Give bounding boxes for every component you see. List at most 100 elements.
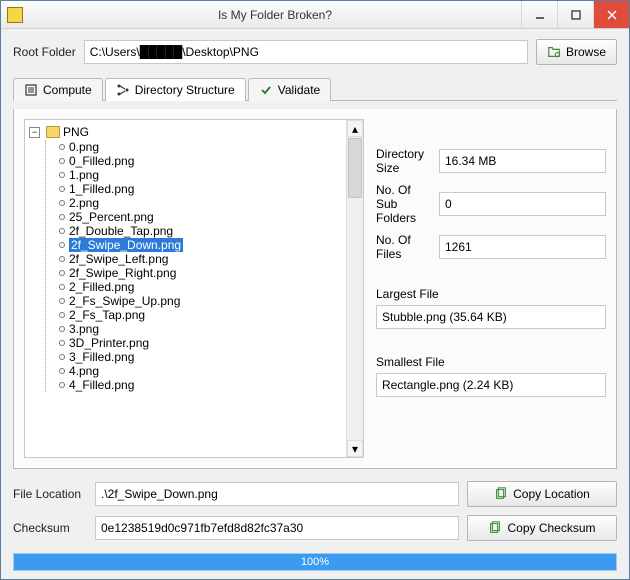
root-folder-label: Root Folder <box>13 45 76 59</box>
tree-root-node[interactable]: − PNG <box>27 124 344 140</box>
info-sidebar: Directory Size No. Of Sub Folders No. Of… <box>376 119 606 458</box>
bullet-icon <box>59 186 65 192</box>
largest-file-value[interactable] <box>376 305 606 329</box>
validate-icon <box>259 83 273 97</box>
bullet-icon <box>59 326 65 332</box>
tree-root-label: PNG <box>63 125 89 139</box>
dir-size-value[interactable] <box>439 149 606 173</box>
dir-size-row: Directory Size <box>376 147 606 175</box>
tree-file-item[interactable]: 2f_Double_Tap.png <box>60 224 344 238</box>
tab-bar: Compute Directory Structure Validate <box>13 77 617 101</box>
tab-validate-label: Validate <box>278 83 320 97</box>
footer-area: File Location Copy Location Checksum Cop… <box>13 481 617 571</box>
bullet-icon <box>59 242 65 248</box>
bullet-icon <box>59 214 65 220</box>
smallest-file-block: Smallest File <box>376 355 606 397</box>
tree-container: − PNG0.png0_Filled.png1.png1_Filled.png2.… <box>24 119 364 458</box>
scroll-thumb[interactable] <box>348 138 362 198</box>
files-label: No. Of Files <box>376 233 431 261</box>
tree-file-label: 2_Filled.png <box>69 280 134 294</box>
checksum-input[interactable] <box>95 516 459 540</box>
bullet-icon <box>59 144 65 150</box>
tab-directory-structure-label: Directory Structure <box>135 83 235 97</box>
expand-toggle-icon[interactable]: − <box>29 127 40 138</box>
copy-location-label: Copy Location <box>513 487 590 501</box>
tree-file-item[interactable]: 2_Fs_Swipe_Up.png <box>60 294 344 308</box>
tree-file-item[interactable]: 25_Percent.png <box>60 210 344 224</box>
tree-file-label: 2f_Swipe_Right.png <box>69 266 176 280</box>
subfolders-label: No. Of Sub Folders <box>376 183 431 225</box>
bullet-icon <box>59 158 65 164</box>
titlebar: Is My Folder Broken? <box>1 1 629 29</box>
app-icon <box>7 7 23 23</box>
bullet-icon <box>59 270 65 276</box>
file-location-row: File Location Copy Location <box>13 481 617 507</box>
file-tree[interactable]: − PNG0.png0_Filled.png1.png1_Filled.png2.… <box>25 120 346 457</box>
file-location-label: File Location <box>13 487 87 501</box>
bullet-icon <box>59 284 65 290</box>
bullet-icon <box>59 256 65 262</box>
tree-file-item[interactable]: 0_Filled.png <box>60 154 344 168</box>
scroll-down-arrow[interactable]: ▾ <box>347 440 363 457</box>
tree-file-item[interactable]: 0.png <box>60 140 344 154</box>
copy-checksum-button[interactable]: Copy Checksum <box>467 515 617 541</box>
progress-text: 100% <box>14 554 616 570</box>
tab-compute-label: Compute <box>43 83 92 97</box>
checksum-label: Checksum <box>13 521 87 535</box>
dir-size-label: Directory Size <box>376 147 431 175</box>
tree-file-label: 1.png <box>69 168 99 182</box>
tab-validate[interactable]: Validate <box>248 78 331 101</box>
bullet-icon <box>59 172 65 178</box>
tab-directory-structure[interactable]: Directory Structure <box>105 78 246 101</box>
subfolders-value[interactable] <box>439 192 606 216</box>
window-controls <box>521 1 629 28</box>
largest-file-block: Largest File <box>376 287 606 329</box>
tree-file-label: 2_Fs_Tap.png <box>69 308 145 322</box>
file-location-input[interactable] <box>95 482 459 506</box>
tree-file-item[interactable]: 3.png <box>60 322 344 336</box>
tree-file-item[interactable]: 4_Filled.png <box>60 378 344 392</box>
tree-file-item[interactable]: 2f_Swipe_Down.png <box>60 238 344 252</box>
tree-file-item[interactable]: 3_Filled.png <box>60 350 344 364</box>
smallest-file-value[interactable] <box>376 373 606 397</box>
tree-file-item[interactable]: 2f_Swipe_Right.png <box>60 266 344 280</box>
maximize-button[interactable] <box>557 1 593 28</box>
progress-bar: 100% <box>13 553 617 571</box>
bullet-icon <box>59 312 65 318</box>
close-button[interactable] <box>593 1 629 28</box>
tree-file-item[interactable]: 3D_Printer.png <box>60 336 344 350</box>
smallest-file-label: Smallest File <box>376 355 606 369</box>
tab-compute[interactable]: Compute <box>13 78 103 101</box>
tree-file-item[interactable]: 2_Filled.png <box>60 280 344 294</box>
app-window: Is My Folder Broken? Root Folder Browse … <box>0 0 630 580</box>
checksum-row: Checksum Copy Checksum <box>13 515 617 541</box>
files-row: No. Of Files <box>376 233 606 261</box>
window-title: Is My Folder Broken? <box>29 8 521 22</box>
tree-scrollbar[interactable]: ▴ ▾ <box>346 120 363 457</box>
scroll-up-arrow[interactable]: ▴ <box>347 120 363 137</box>
folder-icon <box>46 126 60 138</box>
bullet-icon <box>59 368 65 374</box>
tree-file-item[interactable]: 2.png <box>60 196 344 210</box>
bullet-icon <box>59 298 65 304</box>
tree-file-label: 2f_Swipe_Left.png <box>69 252 168 266</box>
compute-icon <box>24 83 38 97</box>
root-folder-input[interactable] <box>84 40 528 64</box>
bullet-icon <box>59 340 65 346</box>
tree-file-label: 3_Filled.png <box>69 350 134 364</box>
copy-icon <box>488 521 502 535</box>
browse-button[interactable]: Browse <box>536 39 617 65</box>
bullet-icon <box>59 382 65 388</box>
bullet-icon <box>59 354 65 360</box>
tree-file-label: 4_Filled.png <box>69 378 134 392</box>
minimize-button[interactable] <box>521 1 557 28</box>
tree-file-item[interactable]: 2_Fs_Tap.png <box>60 308 344 322</box>
tree-file-item[interactable]: 2f_Swipe_Left.png <box>60 252 344 266</box>
copy-location-button[interactable]: Copy Location <box>467 481 617 507</box>
tree-file-item[interactable]: 1_Filled.png <box>60 182 344 196</box>
files-value[interactable] <box>439 235 606 259</box>
tree-file-label: 3D_Printer.png <box>69 336 149 350</box>
tree-file-item[interactable]: 4.png <box>60 364 344 378</box>
tree-file-item[interactable]: 1.png <box>60 168 344 182</box>
browse-icon <box>547 45 561 59</box>
